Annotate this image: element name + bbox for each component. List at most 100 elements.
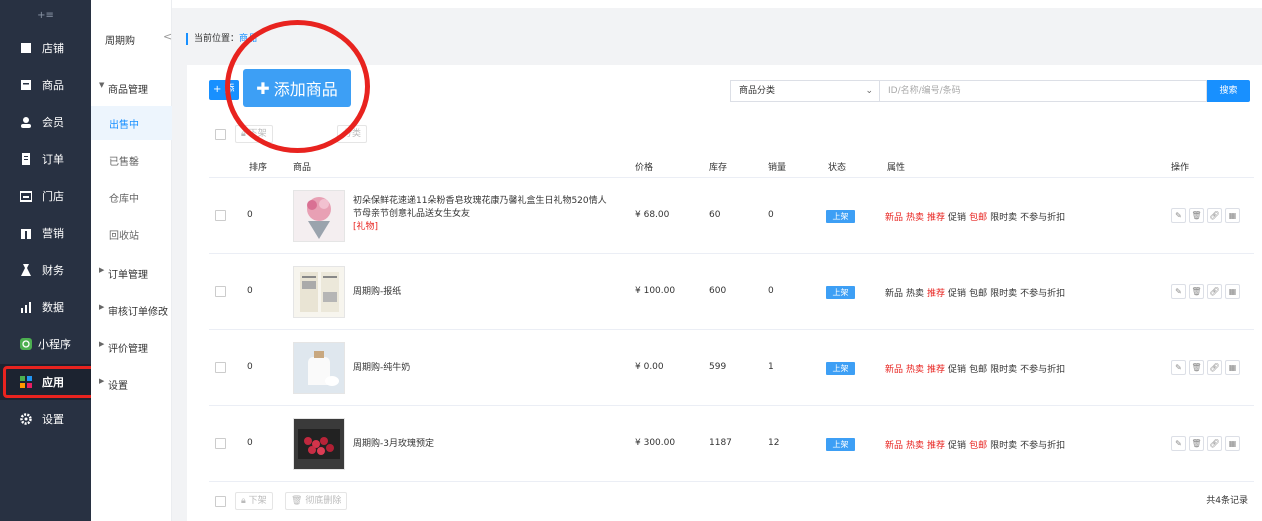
caret-right-icon: ▶	[99, 266, 105, 274]
submenu-title: 周期购	[105, 36, 135, 47]
search-input[interactable]: ID/名称/编号/条码	[879, 80, 1207, 102]
select-all-checkbox[interactable]	[215, 129, 226, 140]
table-footer: 🔒︎ 下架 🗑︎ 彻底删除 共4条记录	[209, 488, 1254, 514]
caret-down-icon: ▼	[99, 81, 105, 89]
attribute-tag: 限时卖	[990, 441, 1018, 451]
sidebar-item-label: 会员	[42, 116, 64, 129]
trash-icon[interactable]: 🗑︎	[1189, 208, 1204, 223]
product-thumbnail	[293, 342, 345, 394]
attribute-list: 新品 热卖 推荐 促销 包邮 限时卖 不参与折扣	[885, 210, 1068, 223]
link-icon[interactable]: 🔗︎	[1207, 284, 1222, 299]
attribute-tag: 新品	[885, 213, 904, 223]
trash-icon[interactable]: 🗑︎	[1189, 284, 1204, 299]
edit-icon[interactable]: ✎	[1171, 208, 1186, 223]
gear-icon	[20, 413, 32, 425]
status-badge[interactable]: 上架	[826, 210, 855, 223]
sidebar-item-label: 店铺	[42, 42, 64, 55]
link-icon[interactable]: 🔗︎	[1207, 208, 1222, 223]
table-header: 排序 商品 价格 库存 销量 状态 属性 操作	[209, 152, 1254, 178]
caret-right-icon: ▶	[99, 303, 105, 311]
submenu-collapse-icon[interactable]: <	[163, 30, 172, 43]
trash-icon: 🗑︎	[291, 496, 303, 506]
submenu-item-recycle[interactable]: 回收站	[91, 217, 172, 251]
sidebar-item-label: 订单	[42, 153, 64, 166]
row-actions: ✎ 🗑︎ 🔗︎ ▦	[1171, 208, 1240, 223]
order-icon	[20, 153, 32, 165]
caret-right-icon: ▶	[99, 340, 105, 348]
qrcode-icon[interactable]: ▦	[1225, 208, 1240, 223]
search-button[interactable]: 搜索	[1207, 80, 1250, 102]
goods-icon	[20, 79, 32, 91]
gift-icon	[20, 227, 32, 239]
sidebar-item-label: 财务	[42, 264, 64, 277]
attribute-tag: 新品	[885, 365, 904, 375]
table-row: 0 周期购-3月玫瑰预定 ¥ 300.00 1187 12 上架 新品 热卖 推荐促…	[209, 406, 1254, 482]
submenu-item-sold-out[interactable]: 已售罄	[91, 143, 172, 177]
sidebar-item-miniprogram[interactable]: 小程序	[0, 326, 91, 362]
row-checkbox[interactable]	[215, 210, 226, 221]
trash-icon[interactable]: 🗑︎	[1189, 360, 1204, 375]
sidebar-item-data[interactable]: 数据	[0, 289, 91, 325]
sidebar-item-goods[interactable]: 商品	[0, 67, 91, 103]
qrcode-icon[interactable]: ▦	[1225, 360, 1240, 375]
member-icon	[20, 116, 32, 128]
attribute-tag: 热卖	[906, 289, 925, 299]
status-badge[interactable]: 上架	[826, 286, 855, 299]
store-icon	[20, 190, 32, 202]
sidebar-item-order[interactable]: 订单	[0, 141, 91, 177]
sidebar-item-marketing[interactable]: 营销	[0, 215, 91, 251]
sidebar-item-member[interactable]: 会员	[0, 104, 91, 140]
row-checkbox[interactable]	[215, 362, 226, 373]
top-bar	[0, 0, 1262, 8]
table-row: 0 周期购-报纸 ¥ 100.00 600 0 上架 新品 热卖 推荐 促销 包邮 限时卖…	[209, 254, 1254, 330]
link-icon[interactable]: 🔗︎	[1207, 436, 1222, 451]
product-thumbnail	[293, 418, 345, 470]
submenu-item-warehouse[interactable]: 仓库中	[91, 180, 172, 214]
main-sidebar: +≡ 店铺 商品 会员 订单 门店 营销 财务 数据 小程序 应用 设置	[0, 0, 91, 521]
product-tag: [礼物]	[353, 222, 379, 232]
edit-icon[interactable]: ✎	[1171, 436, 1186, 451]
permanent-delete-button[interactable]: 🗑︎ 彻底删除	[285, 492, 348, 510]
edit-icon[interactable]: ✎	[1171, 284, 1186, 299]
attribute-tag: 不参与折扣	[1020, 289, 1066, 299]
attribute-tag: 不参与折扣	[1020, 365, 1066, 375]
row-checkbox[interactable]	[215, 286, 226, 297]
status-badge[interactable]: 上架	[826, 362, 855, 375]
sidebar-item-label: 营销	[42, 227, 64, 240]
sidebar-item-shop[interactable]: 店铺	[0, 30, 91, 66]
sidebar-item-label: 门店	[42, 190, 64, 203]
sidebar-item-finance[interactable]: 财务	[0, 252, 91, 288]
attribute-tag: 包邮	[969, 365, 988, 375]
chart-icon	[20, 301, 32, 313]
attribute-tag: 新品	[885, 289, 904, 299]
product-name[interactable]: 周期购-3月玫瑰预定	[353, 438, 613, 451]
edit-icon[interactable]: ✎	[1171, 360, 1186, 375]
sidebar-item-label: 设置	[42, 413, 64, 426]
link-icon[interactable]: 🔗︎	[1207, 360, 1222, 375]
table-row: 0 初朵保鲜花速递11朵粉香皂玫瑰花康乃馨礼盒生日礼物520情人节母亲节创意礼品…	[209, 178, 1254, 254]
product-name[interactable]: 周期购-纯牛奶	[353, 362, 613, 375]
attribute-tag: 新品	[885, 441, 904, 451]
table-row: 0 周期购-纯牛奶 ¥ 0.00 599 1 上架 新品 热卖 推荐 促销 包邮 限时卖不…	[209, 330, 1254, 406]
chevron-down-icon: ⌄	[865, 86, 873, 96]
qrcode-icon[interactable]: ▦	[1225, 436, 1240, 451]
qrcode-icon[interactable]: ▦	[1225, 284, 1240, 299]
category-select[interactable]: 商品分类 ⌄	[730, 80, 880, 102]
submenu-item-on-sale[interactable]: 出售中	[91, 106, 172, 140]
trash-icon[interactable]: 🗑︎	[1189, 436, 1204, 451]
status-badge[interactable]: 上架	[826, 438, 855, 451]
sidebar-collapse-icon[interactable]: +≡	[0, 0, 91, 30]
sidebar-item-label: 小程序	[38, 338, 71, 351]
row-checkbox[interactable]	[215, 438, 226, 449]
attribute-tag: 促销	[948, 289, 967, 299]
unlist-button[interactable]: 🔒︎ 下架	[235, 492, 273, 510]
lock-icon: 🔒︎	[241, 496, 246, 506]
sidebar-item-settings[interactable]: 设置	[0, 401, 91, 437]
product-name[interactable]: 周期购-报纸	[353, 286, 613, 299]
attribute-tag: 推荐	[927, 289, 946, 299]
product-name[interactable]: 初朵保鲜花速递11朵粉香皂玫瑰花康乃馨礼盒生日礼物520情人节母亲节创意礼品送女…	[353, 195, 613, 234]
miniprogram-icon	[20, 338, 32, 350]
select-all-checkbox-bottom[interactable]	[215, 496, 226, 507]
sub-sidebar: 周期购 < ▼ 商品管理 出售中 已售罄 仓库中 回收站 ▶ 订单管理 ▶ 审核…	[91, 0, 172, 521]
sidebar-item-store[interactable]: 门店	[0, 178, 91, 214]
